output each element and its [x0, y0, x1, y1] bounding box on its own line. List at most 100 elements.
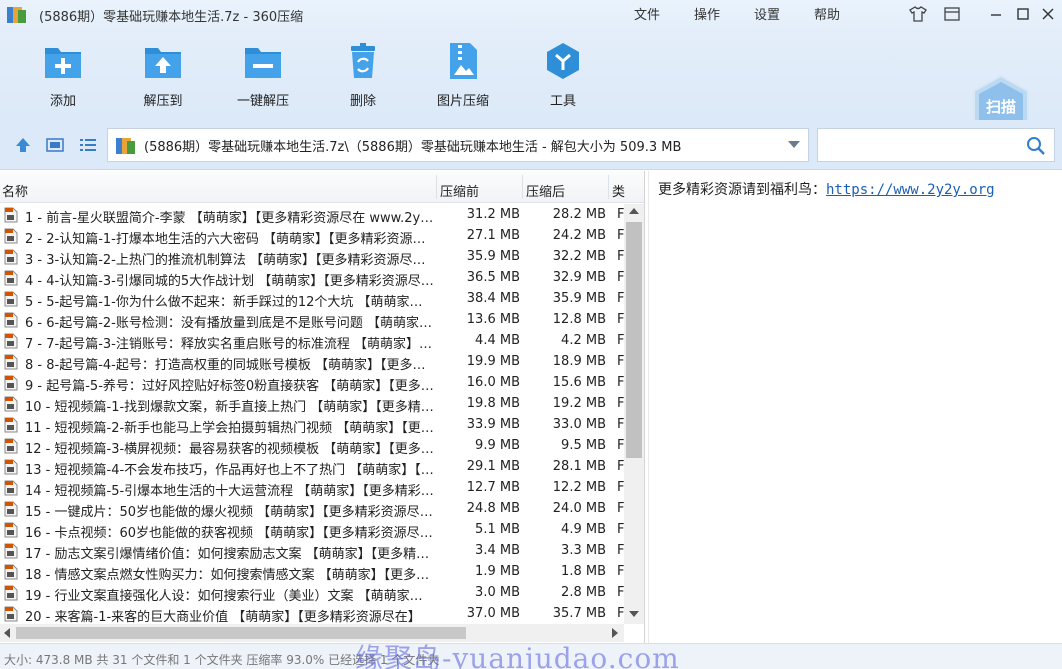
title-bar: (5886期）零基础玩赚本地生活.7z - 360压缩 文件 操作 设置 帮助 — [0, 0, 1062, 30]
feedback-icon[interactable] — [940, 3, 964, 25]
scroll-down-icon[interactable] — [629, 611, 639, 617]
table-row[interactable]: 4 - 4-认知篇-3-引爆同城的5大作战计划 【萌萌家】【更多精彩资源尽在 w… — [0, 267, 624, 289]
video-file-icon — [4, 354, 18, 370]
one-click-extract-button[interactable]: 一键解压 — [218, 40, 308, 114]
file-rows: 1 - 前言-星火联盟简介-李蒙 【萌萌家】【更多精彩资源尽在 www.2y2y… — [0, 204, 624, 625]
table-row[interactable]: 5 - 5-起号篇-1-你为什么做不起来：新手踩过的12个大坑 【萌萌家】【更多… — [0, 288, 624, 310]
file-packed-size: 18.9 MB — [552, 354, 606, 369]
extract-icon — [142, 40, 184, 82]
table-row[interactable]: 7 - 7-起号篇-3-注销账号：释放实名重启账号的标准流程 【萌萌家】【更多精… — [0, 330, 624, 352]
table-row[interactable]: 8 - 8-起号篇-4-起号：打造高权重的同城账号模板 【萌萌家】【更多精彩资源… — [0, 351, 624, 373]
menu-file[interactable]: 文件 — [634, 4, 660, 23]
address-bar: (5886期）零基础玩赚本地生活.7z\（5886期）零基础玩赚本地生活 - 解… — [0, 120, 1062, 170]
scroll-up-icon[interactable] — [629, 208, 639, 214]
file-packed-size: 15.6 MB — [552, 375, 606, 390]
file-packed-size: 35.9 MB — [552, 291, 606, 306]
preview-link[interactable]: https://www.2y2y.org — [826, 182, 995, 198]
path-text: (5886期）零基础玩赚本地生活.7z\（5886期）零基础玩赚本地生活 - 解… — [144, 139, 682, 155]
file-size: 4.4 MB — [475, 333, 520, 348]
file-packed-size: 24.0 MB — [552, 501, 606, 516]
col-name[interactable]: 名称 — [2, 181, 28, 200]
file-name: 1 - 前言-星火联盟简介-李蒙 【萌萌家】【更多精彩资源尽在 www.2y2y… — [25, 211, 435, 226]
path-dropdown-icon[interactable] — [788, 141, 800, 148]
skin-shirt-icon[interactable] — [906, 3, 930, 25]
table-row[interactable]: 13 - 短视频篇-4-不会发布技巧，作品再好也上不了热门 【萌萌家】【更多精彩… — [0, 456, 624, 478]
search-icon[interactable] — [1026, 136, 1046, 156]
table-row[interactable]: 2 - 2-认知篇-1-打爆本地生活的六大密码 【萌萌家】【更多精彩资源尽在 w… — [0, 225, 624, 247]
file-packed-size: 28.1 MB — [552, 459, 606, 474]
file-name: 19 - 行业文案直接强化人设：如何搜索行业（美业）文案 【萌萌家】【更多精彩资… — [25, 589, 435, 604]
file-packed-size: 1.8 MB — [561, 564, 606, 579]
table-row[interactable]: 3 - 3-认知篇-2-上热门的推流机制算法 【萌萌家】【更多精彩资源尽在 ww… — [0, 246, 624, 268]
image-compress-button[interactable]: 图片压缩 — [418, 40, 508, 114]
video-file-icon — [4, 207, 18, 223]
up-arrow-icon[interactable] — [13, 135, 33, 155]
col-type[interactable]: 类 — [612, 181, 625, 200]
maximize-icon[interactable] — [1011, 3, 1035, 25]
tools-button[interactable]: 工具 — [518, 40, 608, 114]
recycle-bin-icon — [342, 40, 384, 82]
file-size: 36.5 MB — [466, 270, 520, 285]
path-field[interactable]: (5886期）零基础玩赚本地生活.7z\（5886期）零基础玩赚本地生活 - 解… — [107, 128, 809, 162]
file-size: 13.6 MB — [466, 312, 520, 327]
video-file-icon — [4, 459, 18, 475]
file-size: 31.2 MB — [466, 207, 520, 222]
col-size[interactable]: 压缩前 — [440, 181, 479, 200]
add-button[interactable]: 添加 — [18, 40, 108, 114]
table-row[interactable]: 16 - 卡点视频：60岁也能做的获客视频 【萌萌家】【更多精彩资源尽在】 5.1… — [0, 519, 624, 541]
file-size: 16.0 MB — [466, 375, 520, 390]
col-packed[interactable]: 压缩后 — [526, 181, 565, 200]
file-size: 29.1 MB — [466, 459, 520, 474]
menu-help[interactable]: 帮助 — [814, 4, 840, 23]
table-row[interactable]: 10 - 短视频篇-1-找到爆款文案，新手直接上热门 【萌萌家】【更多精彩资源尽… — [0, 393, 624, 415]
search-input[interactable] — [817, 128, 1055, 162]
video-file-icon — [4, 396, 18, 412]
file-size: 1.9 MB — [475, 564, 520, 579]
close-icon[interactable] — [1036, 3, 1060, 25]
video-file-icon — [4, 564, 18, 580]
video-file-icon — [4, 438, 18, 454]
file-name: 20 - 来客篇-1-来客的巨大商业价值 【萌萌家】【更多精彩资源尽在】 — [25, 610, 421, 625]
table-row[interactable]: 9 - 起号篇-5-养号：过好风控贴好标签0粉直接获客 【萌萌家】【更多精彩资源… — [0, 372, 624, 394]
table-row[interactable]: 1 - 前言-星火联盟简介-李蒙 【萌萌家】【更多精彩资源尽在 www.2y2y… — [0, 204, 624, 226]
delete-button[interactable]: 删除 — [318, 40, 408, 114]
file-packed-size: 35.7 MB — [552, 606, 606, 621]
file-packed-size: 12.2 MB — [552, 480, 606, 495]
file-size: 5.1 MB — [475, 522, 520, 537]
thumbnail-view-icon[interactable] — [45, 135, 65, 155]
table-row[interactable]: 15 - 一键成片：50岁也能做的爆火视频 【萌萌家】【更多精彩资源尽在】 24.… — [0, 498, 624, 520]
file-size: 19.8 MB — [466, 396, 520, 411]
video-file-icon — [4, 333, 18, 349]
vertical-scroll-thumb[interactable] — [626, 222, 642, 458]
file-size: 19.9 MB — [466, 354, 520, 369]
vertical-scrollbar[interactable] — [624, 204, 644, 624]
file-name: 10 - 短视频篇-1-找到爆款文案，新手直接上热门 【萌萌家】【更多精彩资源尽… — [25, 400, 435, 415]
table-row[interactable]: 17 - 励志文案引爆情绪价值：如何搜索励志文案 【萌萌家】【更多精彩资源尽在】… — [0, 540, 624, 562]
file-name: 13 - 短视频篇-4-不会发布技巧，作品再好也上不了热门 【萌萌家】【更多精彩… — [25, 463, 435, 478]
add-folder-icon — [42, 40, 84, 82]
table-row[interactable]: 11 - 短视频篇-2-新手也能马上学会拍摄剪辑热门视频 【萌萌家】【更多精彩资… — [0, 414, 624, 436]
file-name: 2 - 2-认知篇-1-打爆本地生活的六大密码 【萌萌家】【更多精彩资源尽在 w… — [25, 232, 435, 247]
list-view-icon[interactable] — [78, 135, 98, 155]
file-packed-size: 32.9 MB — [552, 270, 606, 285]
preview-text: 更多精彩资源请到福利鸟： — [658, 182, 826, 198]
video-file-icon — [4, 543, 18, 559]
file-size: 24.8 MB — [466, 501, 520, 516]
table-row[interactable]: 20 - 来客篇-1-来客的巨大商业价值 【萌萌家】【更多精彩资源尽在】 37.0… — [0, 603, 624, 625]
scroll-left-icon[interactable] — [4, 628, 10, 638]
table-row[interactable]: 14 - 短视频篇-5-引爆本地生活的十大运营流程 【萌萌家】【更多精彩资源尽在… — [0, 477, 624, 499]
menu-operate[interactable]: 操作 — [694, 4, 720, 23]
file-packed-size: 12.8 MB — [552, 312, 606, 327]
table-row[interactable]: 6 - 6-起号篇-2-账号检测：没有播放量到底是不是账号问题 【萌萌家】【更多… — [0, 309, 624, 331]
table-row[interactable]: 12 - 短视频篇-3-横屏视频：最容易获客的视频模板 【萌萌家】【更多精彩资源… — [0, 435, 624, 457]
list-header: 名称 压缩前 压缩后 类 — [0, 171, 644, 203]
file-name: 6 - 6-起号篇-2-账号检测：没有播放量到底是不是账号问题 【萌萌家】【更多… — [25, 316, 435, 331]
video-file-icon — [4, 522, 18, 538]
image-compress-label: 图片压缩 — [436, 94, 489, 109]
table-row[interactable]: 18 - 情感文案点燃女性购买力：如何搜索情感文案 【萌萌家】【更多精彩资源尽在… — [0, 561, 624, 583]
minimize-icon[interactable] — [984, 3, 1008, 25]
menu-settings[interactable]: 设置 — [754, 4, 780, 23]
table-row[interactable]: 19 - 行业文案直接强化人设：如何搜索行业（美业）文案 【萌萌家】【更多精彩资… — [0, 582, 624, 604]
extract-to-button[interactable]: 解压到 — [118, 40, 208, 114]
file-name: 3 - 3-认知篇-2-上热门的推流机制算法 【萌萌家】【更多精彩资源尽在 ww… — [25, 253, 435, 268]
